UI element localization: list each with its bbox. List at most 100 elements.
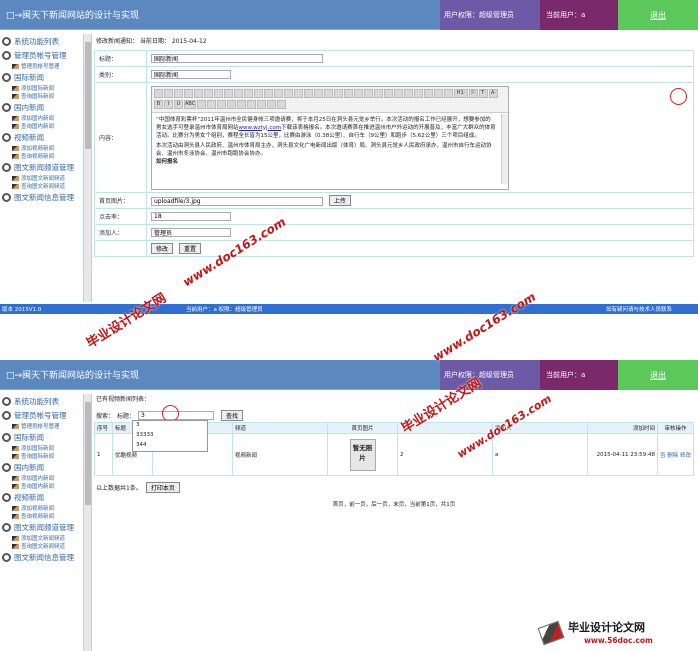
tool-print[interactable]: [194, 88, 203, 98]
sidebar-item-query-video[interactable]: 查询视频新闻: [0, 512, 91, 520]
tool-paste-text[interactable]: [254, 88, 263, 98]
sidebar-item-admin[interactable]: 管理员帐号管理: [0, 422, 91, 430]
scrollbar-thumb[interactable]: [85, 402, 91, 505]
tool-table[interactable]: [227, 99, 236, 109]
tool-link[interactable]: [257, 99, 266, 109]
tool-bold[interactable]: B: [154, 99, 163, 109]
suggestion-item[interactable]: 33333: [133, 431, 207, 441]
sidebar-scrollbar[interactable]: [83, 394, 91, 651]
sidebar-group-admin[interactable]: 管理员帐号管理: [0, 408, 91, 422]
tool-clear[interactable]: [384, 88, 393, 98]
tool-preview[interactable]: [204, 88, 213, 98]
cell-ops[interactable]: 否 删除 修改: [657, 433, 694, 476]
tool-spell[interactable]: [424, 88, 433, 98]
rich-text-editor[interactable]: H1· ℱ· T· A· B I U ABC “中国体育彩票杯”2011年温州市全民健身帐三项…: [151, 85, 509, 190]
tool-flash[interactable]: [207, 99, 216, 109]
tool-fullscreen[interactable]: [394, 88, 403, 98]
sidebar-group-domestic[interactable]: 国内新闻: [0, 460, 91, 474]
tool-source[interactable]: [154, 88, 163, 98]
tool-redo[interactable]: [174, 88, 183, 98]
tool-align-center[interactable]: [294, 88, 303, 98]
sidebar-group-channel[interactable]: 图文新闻频道管理: [0, 520, 91, 534]
tool-font[interactable]: ℱ·: [469, 88, 478, 98]
editor-content[interactable]: “中国体育彩票杯”2011年温州市全民健身帐三项邀请赛，将于本月25日在洞头县元…: [152, 113, 508, 183]
sidebar-group-admin[interactable]: 管理员帐号管理: [0, 48, 91, 62]
sidebar-group-intl[interactable]: 国际新闻: [0, 430, 91, 444]
reset-button[interactable]: 重置: [178, 243, 201, 254]
tool-align-left[interactable]: [284, 88, 293, 98]
sidebar-group-intl[interactable]: 国际新闻: [0, 70, 91, 84]
tool-new[interactable]: [184, 88, 193, 98]
tool-emoticons[interactable]: [247, 99, 256, 109]
sidebar-group-domestic[interactable]: 国内新闻: [0, 100, 91, 114]
tool-justify[interactable]: [314, 88, 323, 98]
sidebar-item-add-domestic[interactable]: 添加国内新闻: [0, 474, 91, 482]
sidebar-item-query-channel[interactable]: 查询图文新闻频道: [0, 182, 91, 190]
sidebar-group-info[interactable]: 图文新闻信息管理: [0, 190, 91, 204]
tool-unlink[interactable]: [267, 99, 276, 109]
pager[interactable]: 首页，前一页，后一页，末页，当前第1页，共1页: [94, 500, 694, 508]
sidebar-item-add-channel[interactable]: 添加图文新闻频道: [0, 534, 91, 542]
sidebar-group-channel[interactable]: 图文新闻频道管理: [0, 160, 91, 174]
sidebar-item-query-video[interactable]: 查询视频新闻: [0, 152, 91, 160]
tool-undo[interactable]: [164, 88, 173, 98]
tool-sup[interactable]: [374, 88, 383, 98]
sidebar-item-add-channel[interactable]: 添加图文新闻频道: [0, 174, 91, 182]
category-input[interactable]: [151, 70, 231, 79]
image-path-input[interactable]: [151, 197, 323, 206]
scrollbar-thumb[interactable]: [85, 42, 91, 150]
submit-button[interactable]: 修改: [151, 243, 174, 254]
tool-code[interactable]: [414, 88, 423, 98]
tool-about[interactable]: [277, 99, 286, 109]
tool-select-all[interactable]: [274, 88, 283, 98]
tool-image[interactable]: [197, 99, 206, 109]
suggestion-item[interactable]: 3: [133, 421, 207, 431]
tool-outdent[interactable]: [354, 88, 363, 98]
sidebar-group-info[interactable]: 图文新闻信息管理: [0, 550, 91, 564]
tool-template[interactable]: [214, 88, 223, 98]
clicks-input[interactable]: [151, 212, 231, 221]
tool-list-ol[interactable]: [324, 88, 333, 98]
sidebar-item-add-video[interactable]: 添加视频新闻: [0, 144, 91, 152]
tool-hr[interactable]: [237, 99, 246, 109]
tool-media[interactable]: [217, 99, 226, 109]
logout-link[interactable]: 退出: [618, 360, 698, 390]
sidebar-item-query-domestic[interactable]: 查询国内新闻: [0, 482, 91, 490]
tool-underline[interactable]: U: [174, 99, 183, 109]
search-button[interactable]: 查找: [221, 409, 244, 421]
sidebar-item-query-intl[interactable]: 查询国际新闻: [0, 452, 91, 460]
tool-strike[interactable]: ABC: [184, 99, 196, 109]
author-input[interactable]: [151, 228, 231, 237]
tool-italic[interactable]: I: [164, 99, 173, 109]
tool-help[interactable]: [444, 88, 453, 98]
tool-heading[interactable]: H1·: [454, 88, 468, 98]
tool-pagebreak[interactable]: [404, 88, 413, 98]
tool-indent[interactable]: [344, 88, 353, 98]
sidebar-item-add-intl[interactable]: 添加国际新闻: [0, 444, 91, 452]
logout-link[interactable]: 退出: [618, 0, 698, 30]
tool-cut[interactable]: [224, 88, 233, 98]
title-input[interactable]: [151, 54, 323, 63]
tool-list-ul[interactable]: [334, 88, 343, 98]
sidebar-item-query-domestic[interactable]: 查询国内新闻: [0, 122, 91, 130]
sidebar-item-query-intl[interactable]: 查询国际新闻: [0, 92, 91, 100]
tool-paste[interactable]: [244, 88, 253, 98]
tool-align-right[interactable]: [304, 88, 313, 98]
tool-forecolor[interactable]: A·: [489, 88, 498, 98]
editor-link[interactable]: www.wztyj.com: [239, 125, 282, 131]
print-button[interactable]: 打印本页: [145, 482, 180, 493]
editor-scrollbar[interactable]: [501, 113, 508, 184]
sidebar-item-add-video[interactable]: 添加视频新闻: [0, 504, 91, 512]
tool-paste-word[interactable]: [264, 88, 273, 98]
tool-copy[interactable]: [234, 88, 243, 98]
sidebar-item-admin[interactable]: 管理员帐号管理: [0, 62, 91, 70]
tool-find[interactable]: [434, 88, 443, 98]
tool-size[interactable]: T·: [479, 88, 488, 98]
sidebar-group-video[interactable]: 视频新闻: [0, 130, 91, 144]
sidebar-item-add-intl[interactable]: 添加国际新闻: [0, 84, 91, 92]
sidebar-item-query-channel[interactable]: 查询图文新闻频道: [0, 542, 91, 550]
sidebar-scrollbar[interactable]: [83, 34, 91, 302]
tool-sub[interactable]: [364, 88, 373, 98]
sidebar-group-video[interactable]: 视频新闻: [0, 490, 91, 504]
sidebar-item-add-domestic[interactable]: 添加国内新闻: [0, 114, 91, 122]
